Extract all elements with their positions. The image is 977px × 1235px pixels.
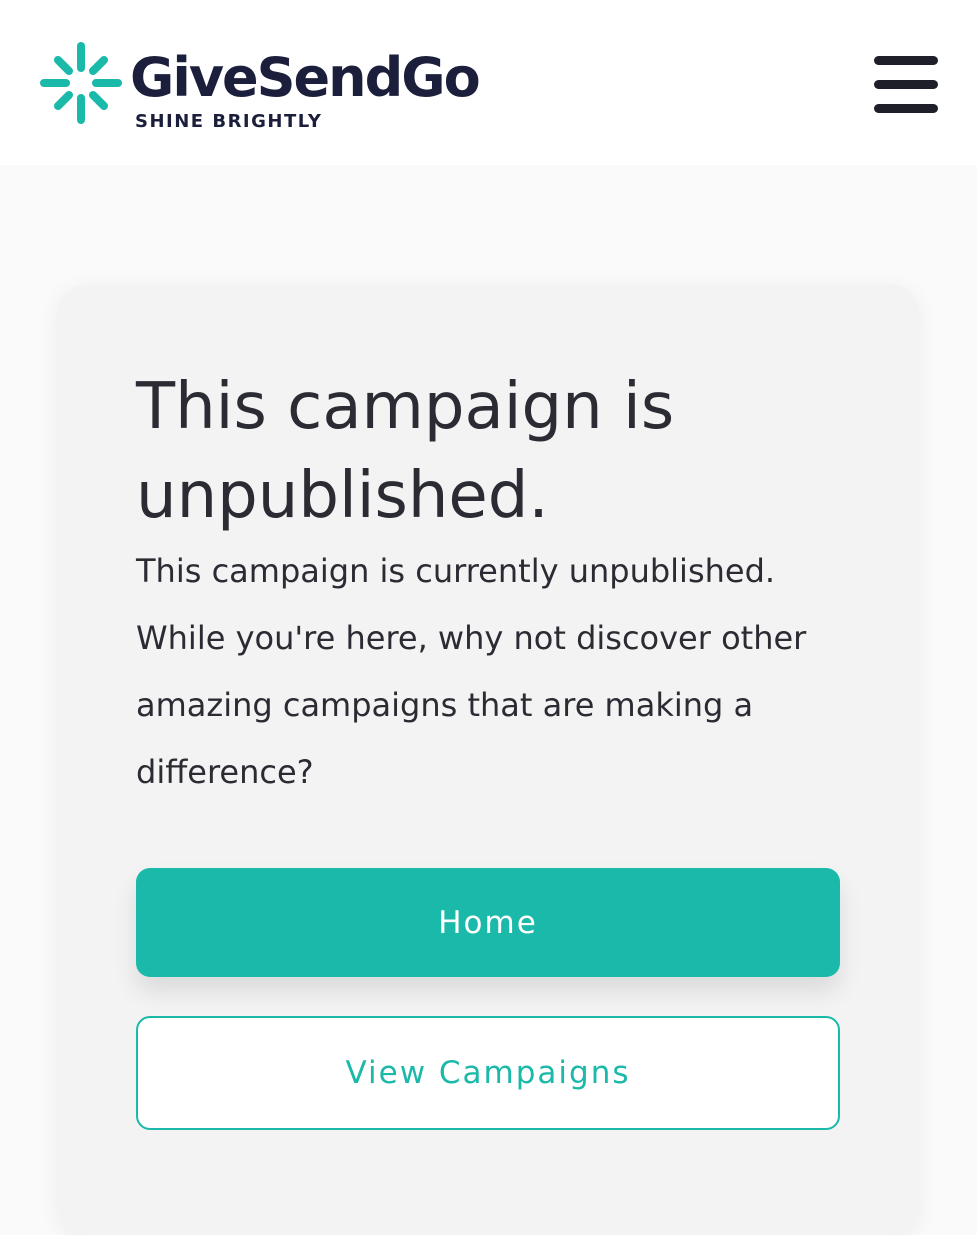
unpublished-campaign-card: This campaign is unpublished. This campa…	[58, 285, 919, 1235]
brand-tagline: SHINE BRIGHTLY	[135, 111, 323, 132]
page-title: This campaign is unpublished.	[136, 370, 675, 533]
menu-bar	[874, 104, 938, 113]
sparkle-logo-icon[interactable]	[38, 40, 124, 126]
unpublished-message: This campaign is currently unpublished. …	[136, 552, 807, 791]
menu-bar	[874, 80, 938, 89]
site-header: GiveSendGo SHINE BRIGHTLY	[0, 0, 977, 165]
view-campaigns-button[interactable]: View Campaigns	[136, 1016, 840, 1130]
home-button[interactable]: Home	[136, 868, 840, 977]
hamburger-menu-icon[interactable]	[868, 52, 944, 118]
brand-name[interactable]: GiveSendGo	[130, 42, 481, 114]
menu-bar	[874, 56, 938, 65]
